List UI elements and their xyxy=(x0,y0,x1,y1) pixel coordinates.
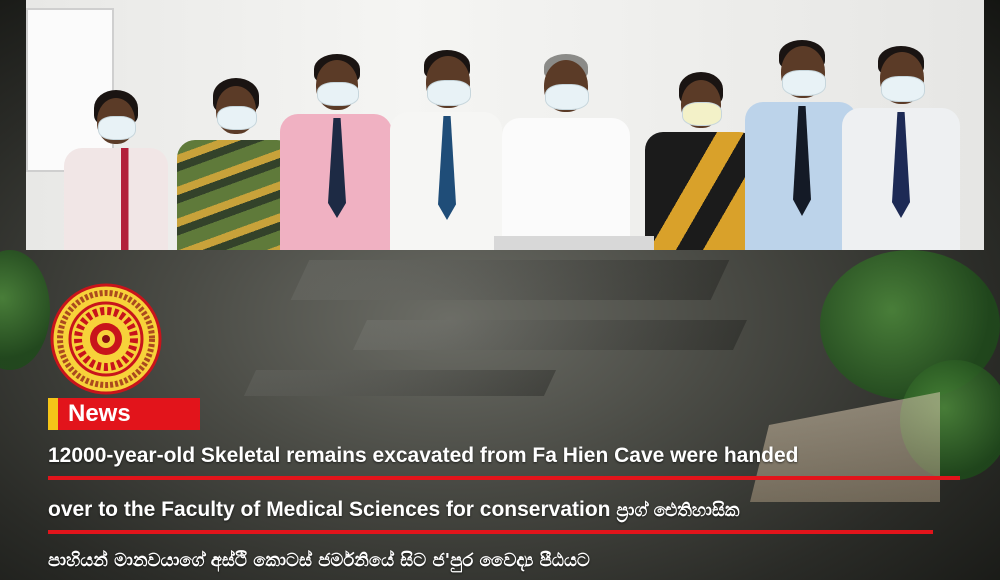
table-edge xyxy=(494,236,654,250)
group-photo xyxy=(26,0,984,250)
face-mask xyxy=(782,70,826,96)
face-mask xyxy=(881,76,925,102)
headline-line-2-english: over to the Faculty of Medical Sciences … xyxy=(48,498,611,521)
person xyxy=(276,54,396,250)
face-mask xyxy=(682,102,722,126)
rock-texture xyxy=(353,320,747,350)
headline-line-1: 12000-year-old Skeletal remains excavate… xyxy=(48,444,799,467)
rock-texture xyxy=(290,260,730,300)
face-mask xyxy=(98,116,136,140)
headline-line-2-sinhala: ප්‍රාග් ඓතිහාසික xyxy=(616,500,740,521)
face-mask xyxy=(427,80,471,106)
headline-line-3: පාහියන් මානවයාගේ අස්ථි කොටස් ජර්මනියේ සි… xyxy=(48,550,590,571)
rock-texture xyxy=(243,370,557,396)
face-mask xyxy=(217,106,257,130)
person xyxy=(496,54,636,250)
clothing xyxy=(502,118,630,250)
university-logo xyxy=(50,283,162,395)
face-mask xyxy=(317,82,359,106)
headline-underline xyxy=(48,476,960,480)
person xyxy=(386,50,506,250)
face-mask xyxy=(545,84,589,110)
headline-underline xyxy=(48,530,933,534)
person xyxy=(56,90,176,250)
headline-line-2: over to the Faculty of Medical Sciences … xyxy=(48,498,740,522)
clothing xyxy=(64,148,168,250)
news-label: News xyxy=(68,400,131,427)
news-tag: News xyxy=(48,398,200,430)
person xyxy=(836,46,966,250)
